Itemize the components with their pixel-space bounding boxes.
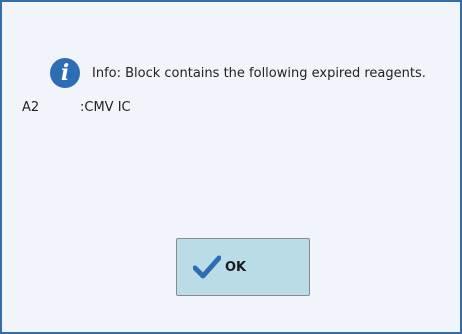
info-message: Info: Block contains the following expir… xyxy=(92,65,426,81)
ok-button[interactable]: OK xyxy=(176,238,310,296)
info-message-row: i Info: Block contains the following exp… xyxy=(50,58,426,88)
reagent-name: :CMV IC xyxy=(80,100,131,115)
expired-reagents-dialog: i Info: Block contains the following exp… xyxy=(0,0,462,334)
checkmark-icon xyxy=(193,255,221,279)
info-icon: i xyxy=(50,58,80,88)
reagent-position: A2 xyxy=(22,100,40,115)
ok-button-label: OK xyxy=(225,259,247,275)
reagent-list-item: A2 :CMV IC xyxy=(22,100,131,115)
